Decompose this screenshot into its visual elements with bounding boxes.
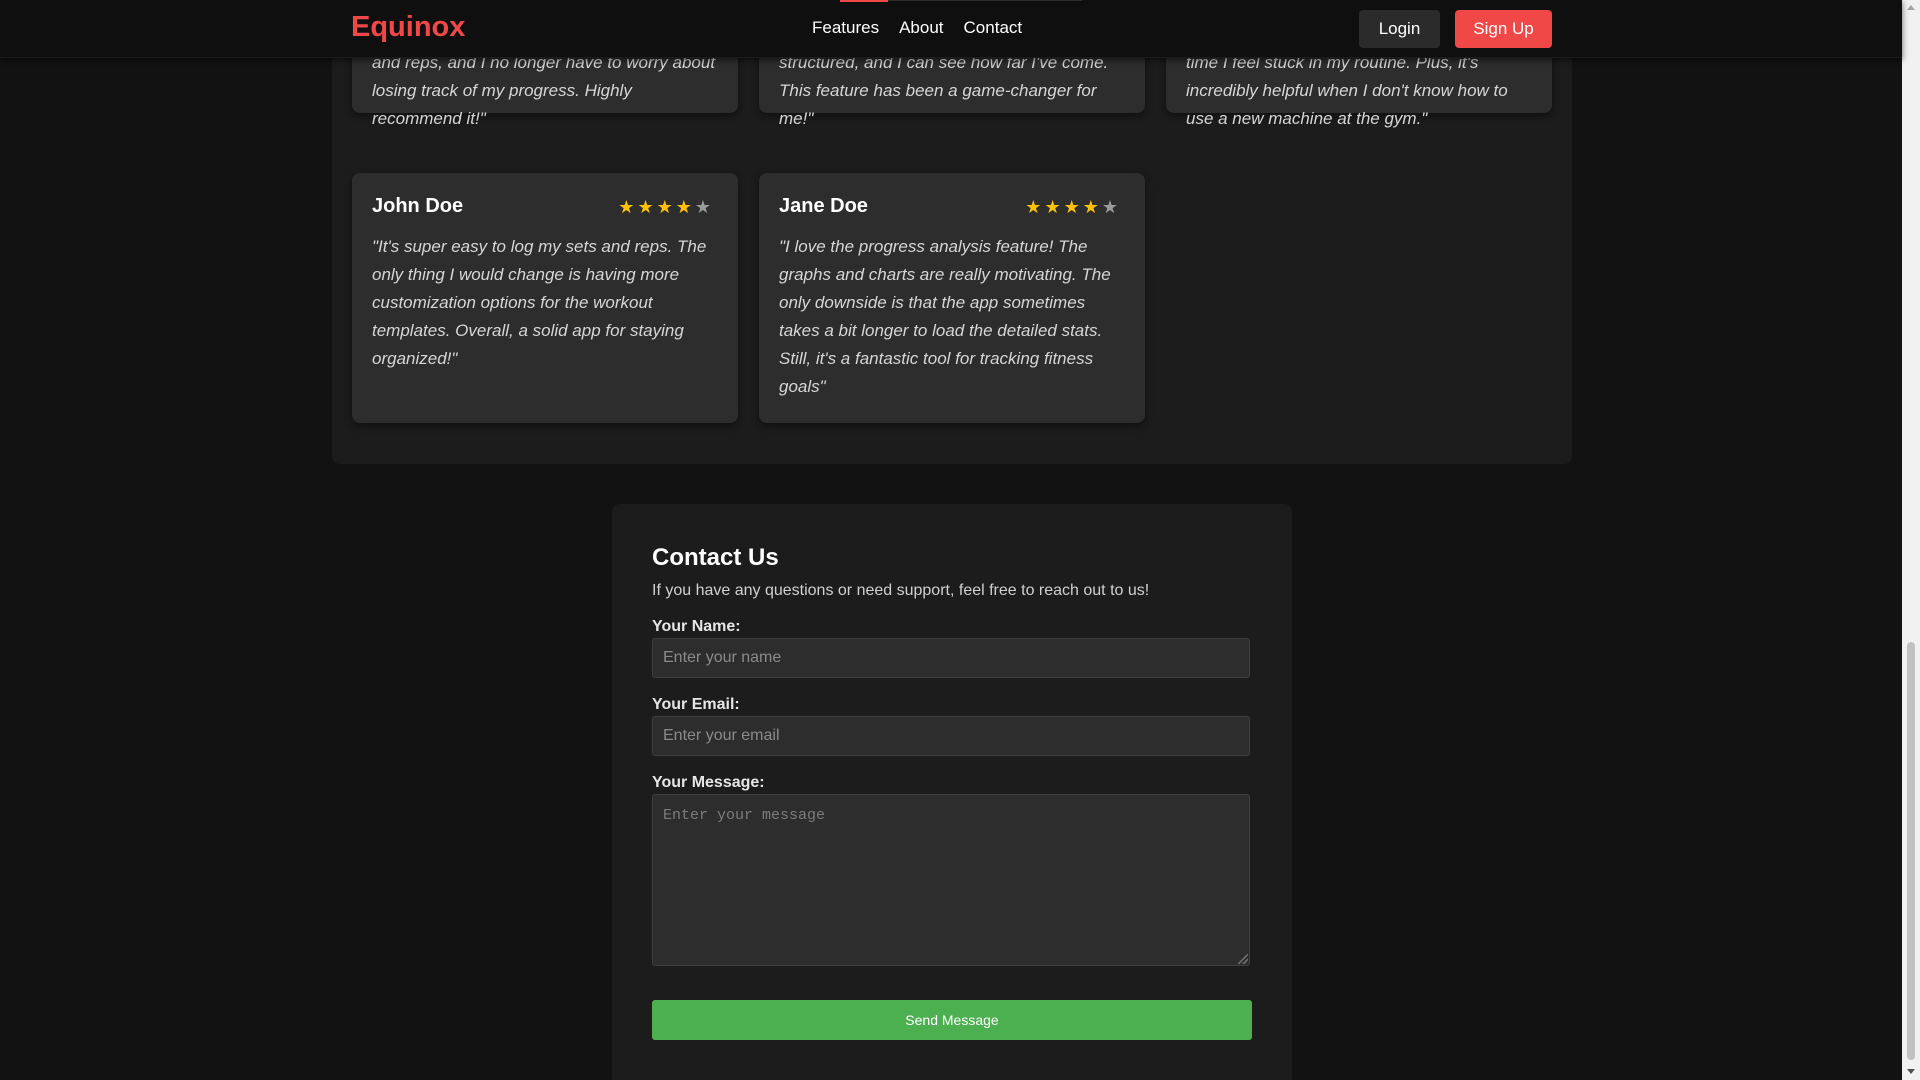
contact-title: Contact Us: [652, 544, 779, 571]
nav-link-contact[interactable]: Contact: [964, 18, 1023, 38]
nav-link-features[interactable]: Features: [812, 18, 879, 38]
nav-link-about[interactable]: About: [899, 18, 943, 38]
contact-section: Contact Us If you have any questions or …: [612, 504, 1292, 1080]
scrollbar-thumb[interactable]: [1907, 642, 1915, 1060]
star-empty-icon: ★: [1101, 197, 1121, 217]
star-filled-icon: ★: [637, 197, 657, 217]
star-filled-icon: ★: [1082, 197, 1102, 217]
testimonial-quote: "It's super easy to log my sets and reps…: [372, 237, 707, 368]
star-rating: ★★★★★: [618, 197, 714, 218]
name-label: Your Name:: [652, 618, 741, 635]
textarea-resize-handle[interactable]: [1238, 954, 1248, 964]
testimonial-quote: time I feel stuck in my routine. Plus, i…: [1186, 53, 1508, 128]
top-navbar: Equinox Features About Contact Login Sig…: [0, 0, 1902, 58]
testimonial-author: Jane Doe: [779, 195, 868, 217]
contact-description: If you have any questions or need suppor…: [652, 582, 1150, 599]
star-filled-icon: ★: [1025, 197, 1045, 217]
signup-button[interactable]: Sign Up: [1455, 10, 1552, 48]
message-textarea[interactable]: [652, 794, 1250, 966]
star-filled-icon: ★: [675, 197, 695, 217]
send-message-button[interactable]: Send Message: [652, 1000, 1252, 1040]
testimonial-card-john-doe: John Doe ★★★★★ "It's super easy to log m…: [352, 173, 738, 423]
brand-logo[interactable]: Equinox: [351, 11, 465, 44]
email-label: Your Email:: [652, 696, 740, 713]
star-filled-icon: ★: [618, 197, 638, 217]
nav-active-indicator: [840, 0, 888, 2]
login-button[interactable]: Login: [1359, 10, 1440, 48]
testimonial-quote: and reps, and I no longer have to worry …: [372, 53, 716, 128]
scroll-down-arrow-icon[interactable]: [1907, 1069, 1915, 1074]
star-filled-icon: ★: [1063, 197, 1083, 217]
nav-divider: [888, 0, 1082, 1]
star-empty-icon: ★: [694, 197, 714, 217]
star-filled-icon: ★: [656, 197, 676, 217]
name-input[interactable]: [652, 638, 1250, 678]
star-rating: ★★★★★: [1025, 197, 1121, 218]
testimonials-section: and reps, and I no longer have to worry …: [332, 0, 1572, 464]
page-scrollbar[interactable]: [1902, 0, 1920, 1080]
nav-links: Features About Contact: [812, 18, 1022, 38]
email-input[interactable]: [652, 716, 1250, 756]
testimonial-quote: "I love the progress analysis feature! T…: [779, 237, 1111, 396]
testimonial-author: John Doe: [372, 195, 464, 217]
message-label: Your Message:: [652, 774, 765, 791]
testimonial-card-jane-doe: Jane Doe ★★★★★ "I love the progress anal…: [759, 173, 1145, 423]
scroll-up-arrow-icon[interactable]: [1907, 5, 1915, 10]
star-filled-icon: ★: [1044, 197, 1064, 217]
testimonial-quote: structured, and I can see how far I've c…: [779, 53, 1109, 128]
